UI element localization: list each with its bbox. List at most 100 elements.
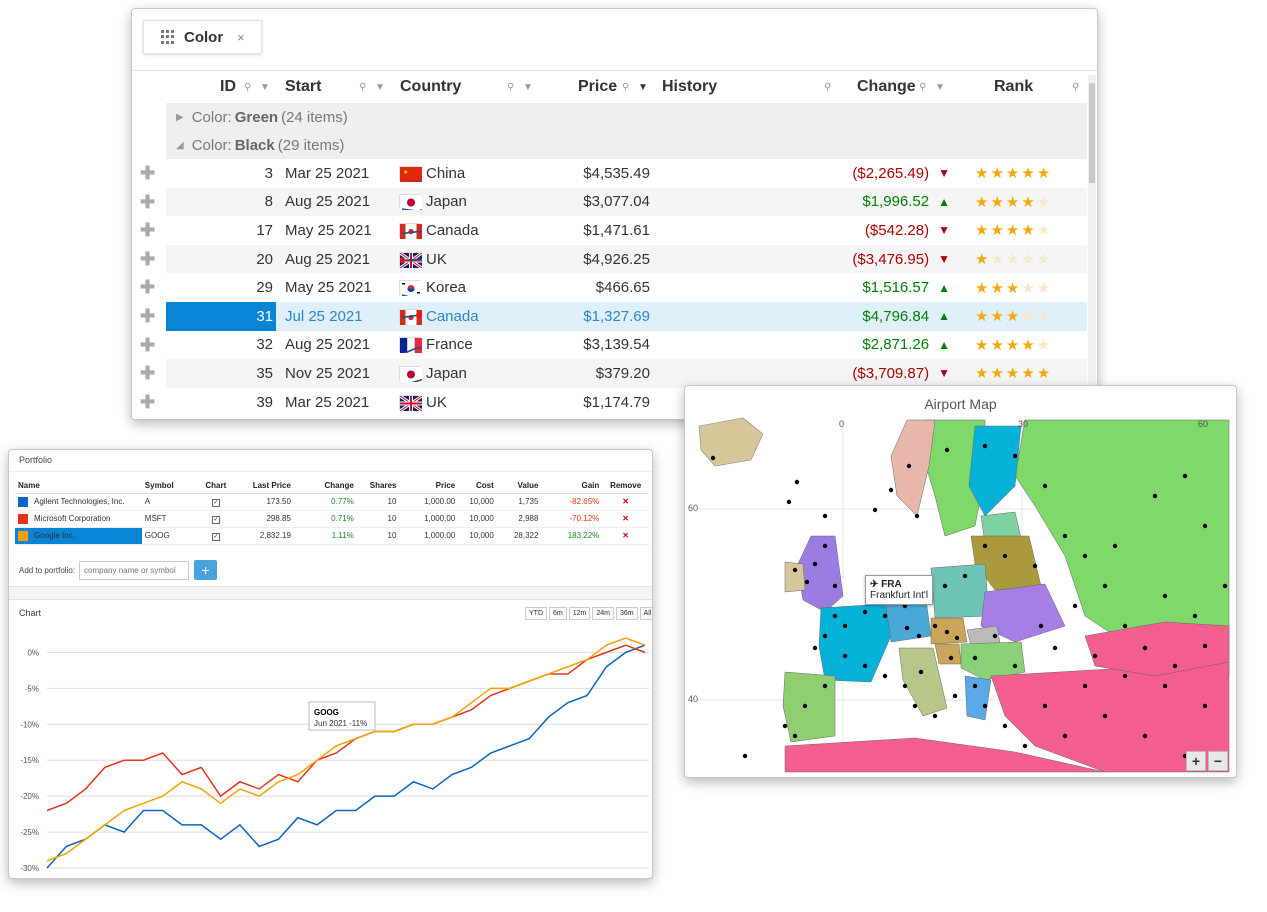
cell-change[interactable]: $2,871.26	[862, 336, 929, 353]
pin-icon[interactable]: ⚲	[359, 82, 366, 93]
airport-marker[interactable]	[904, 625, 910, 631]
cell-country[interactable]: Japan	[399, 359, 573, 394]
cell-name[interactable]: Agilent Technologies, Inc.	[15, 493, 142, 511]
cell-remove[interactable]: ✕	[602, 493, 649, 511]
add-row-icon[interactable]: ✚	[140, 220, 155, 241]
airport-marker[interactable]	[1202, 643, 1208, 649]
star-icon[interactable]: ★	[975, 279, 990, 297]
cell-rank[interactable]: ★ ★ ★ ★ ★	[975, 331, 1052, 360]
cell-start[interactable]: May 25 2021	[285, 216, 372, 245]
pin-icon[interactable]: ⚲	[824, 82, 831, 93]
column-header-shares[interactable]: Shares	[356, 478, 400, 494]
airport-marker[interactable]	[1082, 553, 1088, 559]
star-icon[interactable]: ★	[1006, 364, 1021, 382]
add-row-icon[interactable]: ✚	[140, 306, 155, 327]
company-search-input[interactable]	[79, 560, 190, 580]
cell-change[interactable]: ($3,476.95)	[852, 251, 929, 268]
cell-name[interactable]: Microsoft Corporation	[15, 510, 142, 528]
column-header-start[interactable]: Start	[285, 71, 321, 103]
star-icon[interactable]: ★	[1021, 193, 1036, 211]
add-row-icon[interactable]: ✚	[140, 192, 155, 213]
cell-rank[interactable]: ★ ★ ★ ★ ★	[975, 359, 1052, 388]
cell-change[interactable]: ($3,709.87)	[852, 365, 929, 382]
cell-country[interactable]: Korea	[399, 273, 573, 305]
airport-marker[interactable]	[952, 693, 958, 699]
remove-icon[interactable]: ✕	[622, 531, 629, 540]
star-icon[interactable]: ★	[1006, 193, 1021, 211]
add-row-icon[interactable]: ✚	[140, 392, 155, 413]
series-line-a[interactable]	[46, 644, 646, 869]
star-icon[interactable]: ★	[990, 279, 1005, 297]
remove-icon[interactable]: ✕	[622, 497, 629, 506]
pin-icon[interactable]: ⚲	[507, 82, 514, 93]
airport-marker[interactable]	[1202, 703, 1208, 709]
star-icon[interactable]: ★	[1006, 279, 1021, 297]
europe-map[interactable]	[685, 386, 1237, 778]
airport-marker[interactable]	[1162, 593, 1168, 599]
column-header-chart[interactable]: Chart	[200, 478, 232, 494]
column-header-history[interactable]: History	[662, 71, 717, 103]
airport-marker[interactable]	[822, 683, 828, 689]
cell-price[interactable]: $1,471.61	[532, 216, 650, 245]
airport-marker[interactable]	[802, 703, 808, 709]
cell-start[interactable]: May 25 2021	[285, 273, 372, 302]
table-row[interactable]: ✚ 32 Aug 25 2021 France $3,139.54 $2,871.26 ▲ ★…	[132, 331, 1089, 363]
filter-icon[interactable]: ▼	[638, 82, 648, 93]
column-header-gain[interactable]: Gain	[541, 478, 603, 494]
cell-remove[interactable]: ✕	[602, 510, 649, 528]
column-header-name[interactable]: Name	[15, 478, 142, 494]
remove-icon[interactable]: ✕	[622, 514, 629, 523]
cell-id[interactable]: 31	[166, 302, 276, 331]
filter-icon[interactable]: ▼	[375, 82, 385, 93]
airport-marker[interactable]	[932, 713, 938, 719]
table-row[interactable]: ✚ 29 May 25 2021 Korea $466.65 $1,516.57 ▲ ★ ★ ★ ★…	[132, 273, 1089, 305]
airport-marker[interactable]	[1032, 563, 1038, 569]
cell-start[interactable]: Mar 25 2021	[285, 159, 369, 188]
airport-marker[interactable]	[822, 513, 828, 519]
group-chip-color[interactable]: Color ×	[143, 20, 262, 54]
cell-start[interactable]: Aug 25 2021	[285, 245, 370, 274]
cell-id[interactable]: 20	[166, 245, 276, 274]
star-icon[interactable]: ★	[975, 364, 990, 382]
cell-rank[interactable]: ★ ★ ★ ★ ★	[975, 188, 1052, 217]
airport-marker[interactable]	[812, 561, 818, 567]
column-header-change[interactable]: Change	[857, 71, 916, 103]
cell-start[interactable]: Aug 25 2021	[285, 331, 370, 360]
chart-checkbox[interactable]: ✓	[211, 498, 220, 507]
airport-marker[interactable]	[962, 573, 968, 579]
cell-rank[interactable]: ★ ★ ★ ★ ★	[975, 216, 1052, 245]
airport-marker[interactable]	[1042, 703, 1048, 709]
cell-price[interactable]: $3,077.04	[532, 188, 650, 217]
cell-rank[interactable]: ★ ★ ★ ★ ★	[975, 159, 1052, 188]
star-icon[interactable]: ★	[1021, 364, 1036, 382]
star-icon[interactable]: ★	[1037, 279, 1052, 297]
airport-marker[interactable]	[822, 543, 828, 549]
airport-marker[interactable]	[1152, 493, 1158, 499]
cell-rank[interactable]: ★ ★ ★ ★ ★	[975, 302, 1052, 331]
airport-marker[interactable]	[914, 513, 920, 519]
airport-marker[interactable]	[832, 583, 838, 589]
zoom-out-button[interactable]: −	[1208, 751, 1228, 771]
cell-price[interactable]: $1,174.79	[532, 388, 650, 417]
cell-id[interactable]: 3	[166, 159, 276, 188]
airport-marker[interactable]	[1182, 473, 1188, 479]
range-button-12m[interactable]: 12m	[568, 607, 591, 620]
column-header-country[interactable]: Country	[400, 71, 461, 103]
star-icon[interactable]: ★	[990, 221, 1005, 239]
column-header-id[interactable]: ID	[220, 71, 236, 103]
airport-marker[interactable]	[804, 579, 810, 585]
star-icon[interactable]: ★	[975, 164, 990, 182]
cell-name[interactable]: Google Inc.	[15, 527, 142, 545]
airport-marker[interactable]	[882, 613, 888, 619]
cell-country[interactable]: France	[399, 331, 575, 363]
chart-checkbox[interactable]: ✓	[211, 515, 220, 524]
airport-marker[interactable]	[794, 479, 800, 485]
airport-marker[interactable]	[842, 653, 848, 659]
airport-marker[interactable]	[1112, 543, 1118, 549]
cell-change[interactable]: ($542.28)	[865, 222, 929, 239]
cell-remove[interactable]: ✕	[602, 527, 649, 545]
airport-marker[interactable]	[1062, 533, 1068, 539]
airport-marker[interactable]	[1052, 645, 1058, 651]
star-icon[interactable]: ★	[1021, 221, 1036, 239]
airport-marker[interactable]	[782, 723, 788, 729]
